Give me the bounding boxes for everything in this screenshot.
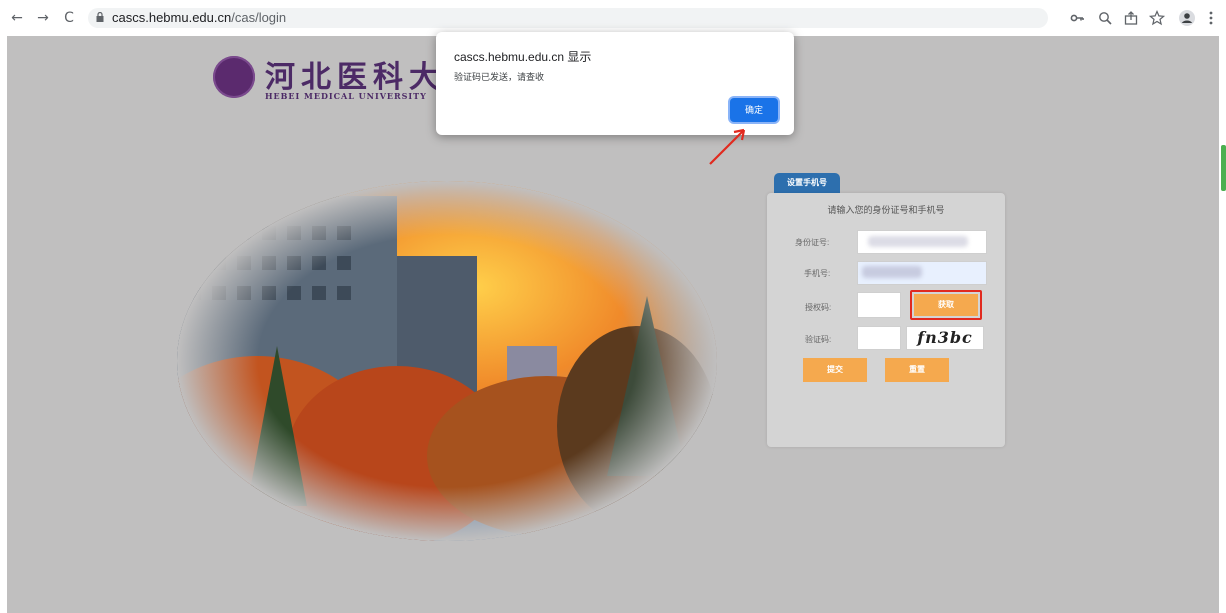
url-text[interactable]: cascs.hebmu.edu.cn/cas/login: [112, 9, 286, 27]
zoom-icon[interactable]: [1096, 9, 1114, 27]
dialog-ok-button[interactable]: 确定: [730, 98, 778, 122]
redacted-id-value: [868, 236, 968, 247]
reload-icon[interactable]: C: [60, 10, 78, 26]
submit-button[interactable]: 提交: [803, 358, 867, 382]
dialog-title: cascs.hebmu.edu.cn 显示: [454, 50, 592, 64]
captcha-label: 验证码:: [805, 335, 832, 344]
redacted-phone-value: [862, 266, 922, 278]
star-icon[interactable]: [1148, 9, 1166, 27]
captcha-image[interactable]: fn3bc: [906, 326, 984, 350]
forward-icon[interactable]: →: [34, 10, 52, 26]
menu-icon[interactable]: [1202, 9, 1220, 27]
key-icon[interactable]: [1068, 9, 1086, 27]
highlight-box: [910, 290, 982, 320]
university-seal-icon: [213, 56, 255, 98]
form-heading: 请输入您的身份证号和手机号: [827, 205, 945, 215]
logo-name-en: HEBEI MEDICAL UNIVERSITY: [265, 91, 427, 101]
share-icon[interactable]: [1122, 9, 1140, 27]
dialog-message: 验证码已发送，请查收: [454, 72, 545, 82]
sms-code-input[interactable]: [857, 292, 901, 318]
id-number-label: 身份证号:: [795, 238, 830, 247]
url-host: cascs.hebmu.edu.cn: [112, 10, 232, 25]
reset-button[interactable]: 重置: [885, 358, 949, 382]
tab-set-phone[interactable]: 设置手机号: [774, 173, 840, 193]
url-path: /cas/login: [231, 10, 287, 25]
captcha-text: fn3bc: [917, 328, 973, 347]
scrollbar-thumb[interactable]: [1221, 145, 1226, 191]
phone-label: 手机号:: [804, 269, 831, 278]
profile-icon[interactable]: [1178, 9, 1196, 27]
sms-code-label: 授权码:: [805, 303, 832, 312]
lock-icon: [96, 12, 104, 22]
campus-photo: [167, 176, 727, 546]
university-logo: 河北医科大学 HEBEI MEDICAL UNIVERSITY: [213, 52, 475, 108]
back-icon[interactable]: ←: [8, 10, 26, 26]
captcha-input[interactable]: [857, 326, 901, 350]
browser-toolbar: ← → C cascs.hebmu.edu.cn/cas/login: [0, 0, 1226, 36]
red-arrow-annotation: [709, 128, 746, 165]
